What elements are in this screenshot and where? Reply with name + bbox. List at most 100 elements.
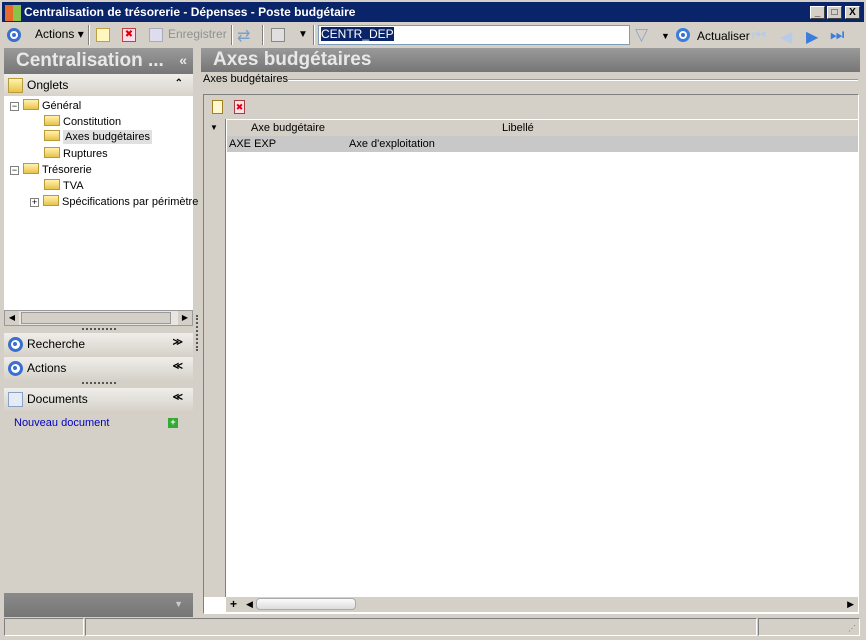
scroll-right-icon[interactable]: ▶ [178,311,192,325]
folder-icon [43,195,59,206]
app-menu-icon[interactable] [7,28,21,42]
splitter-handle[interactable] [82,382,116,384]
grid-container: ✖ ▼ Axe budgétaire Libellé AXE EXP Axe d… [203,94,859,614]
table-row[interactable]: AXE EXP Axe d'exploitation [227,136,858,152]
folder-icon [44,147,60,158]
status-cell [4,618,84,636]
chevron-down-icon[interactable]: ≫ [173,337,183,348]
delete-row-icon[interactable]: ✖ [234,100,245,114]
chevron-up-icon[interactable]: ≪ [173,361,183,372]
resize-grip-icon[interactable]: ⋰ [848,624,856,633]
folder-icon [44,115,60,126]
page-title: Axes budgétaires [213,49,372,70]
onglets-header[interactable]: Onglets ⌃ [4,74,193,97]
last-record-icon[interactable]: ⏭ [830,27,844,45]
title-bar: Centralisation de trésorerie - Dépenses … [0,0,866,22]
section-label: Documents [27,392,88,406]
chevron-down-icon[interactable]: ▼ [174,599,183,609]
left-panel-title: Centralisation ... [16,50,164,71]
scroll-thumb[interactable] [21,312,171,324]
tree-label: Ruptures [63,148,108,160]
add-document-icon[interactable]: + [168,418,178,428]
group-label: Axes budgétaires [203,73,288,85]
tree-item-ruptures[interactable]: Ruptures [44,147,108,160]
print-dropdown-icon[interactable]: ▼ [298,29,308,40]
tree-item-tresorerie[interactable]: − Trésorerie [10,163,92,176]
close-button[interactable]: X [845,6,860,19]
grid-header-row: Axe budgétaire Libellé [227,119,858,136]
left-panel-footer: ▼ [4,593,193,617]
app-icon [5,5,21,21]
minimize-button[interactable]: _ [810,6,825,19]
actions-section-icon [8,361,23,376]
tree-label: Trésorerie [42,164,92,176]
expand-icon[interactable]: + [30,198,39,207]
tree-label: Général [42,100,82,112]
grid-horizontal-scrollbar[interactable]: + ◀ ▶ [226,597,858,612]
sync-icon[interactable]: ⇄ [237,26,250,46]
folder-open-icon [44,130,60,141]
separator [231,25,233,45]
tree-label: Constitution [63,116,122,128]
scroll-right-icon[interactable]: ▶ [847,599,854,610]
tree-label: Axes budgétaires [63,130,152,144]
previous-record-icon[interactable]: ◀ [780,27,792,47]
collapse-panel-button[interactable]: « [179,52,187,68]
filter-icon[interactable]: ▽ [635,25,648,45]
separator [313,25,315,45]
search-section-icon [8,337,23,352]
collapse-icon[interactable]: − [10,166,19,175]
tree-item-general[interactable]: − Général [10,99,81,112]
tree-label: TVA [63,180,84,192]
vertical-splitter[interactable] [196,315,198,351]
column-chooser-icon[interactable]: ▼ [210,123,218,132]
documents-header[interactable]: Documents ≪ [4,388,193,411]
delete-icon[interactable]: ✖ [122,28,136,42]
filter-dropdown-icon[interactable]: ▼ [661,31,670,41]
print-icon[interactable] [271,28,285,42]
window-title: Centralisation de trésorerie - Dépenses … [24,5,356,19]
tree-horizontal-scrollbar[interactable]: ◀ ▶ [4,310,193,326]
search-input[interactable]: CENTR_DEP [318,25,630,45]
chevron-up-icon[interactable]: ≪ [173,392,183,403]
actions-header[interactable]: Actions ≪ [4,357,193,380]
save-button[interactable]: Enregistrer [168,27,227,41]
section-label: Recherche [27,337,86,351]
tree-item-constitution[interactable]: Constitution [44,115,121,128]
actions-label: Actions [35,27,75,41]
splitter-handle[interactable] [82,328,116,330]
folder-icon [8,78,23,93]
new-icon[interactable] [96,28,110,42]
next-record-icon[interactable]: ▶ [806,27,818,47]
document-icon [8,392,23,407]
tree-item-tva[interactable]: TVA [44,179,84,192]
section-label: Actions [27,361,67,375]
refresh-button[interactable]: Actualiser [697,29,750,43]
chevron-up-icon[interactable]: ⌃ [175,78,183,89]
scroll-thumb[interactable] [256,598,356,610]
maximize-button[interactable]: □ [827,6,842,19]
tabs-tree: − Général Constitution Axes budgétaires R… [4,96,198,310]
add-row-icon[interactable] [212,100,223,114]
tree-item-axes-budgetaires[interactable]: Axes budgétaires [44,130,152,144]
scroll-left-icon[interactable]: ◀ [246,599,253,610]
collapse-icon[interactable]: − [10,102,19,111]
recherche-header[interactable]: Recherche ≫ [4,333,193,356]
cell-axe: AXE EXP [229,138,277,150]
add-row-button[interactable]: + [230,597,237,611]
cell-libelle: Axe d'exploitation [349,138,435,150]
actions-menu[interactable]: Actions ▾ [35,27,84,41]
tree-item-specifications[interactable]: + Spécifications par périmètre [30,195,198,208]
group-divider [288,80,858,81]
new-document-link[interactable]: Nouveau document [14,417,109,429]
refresh-icon[interactable] [676,28,690,42]
status-cell [85,618,757,636]
separator [88,25,90,45]
column-header-libelle[interactable]: Libellé [502,122,534,134]
scroll-left-icon[interactable]: ◀ [5,311,19,325]
first-record-icon[interactable]: ⏮ [752,27,766,45]
grid-toolbar: ✖ [204,95,858,119]
main-header: Axes budgétaires [201,48,860,72]
folder-icon [23,163,39,174]
column-header-axe[interactable]: Axe budgétaire [251,122,325,134]
